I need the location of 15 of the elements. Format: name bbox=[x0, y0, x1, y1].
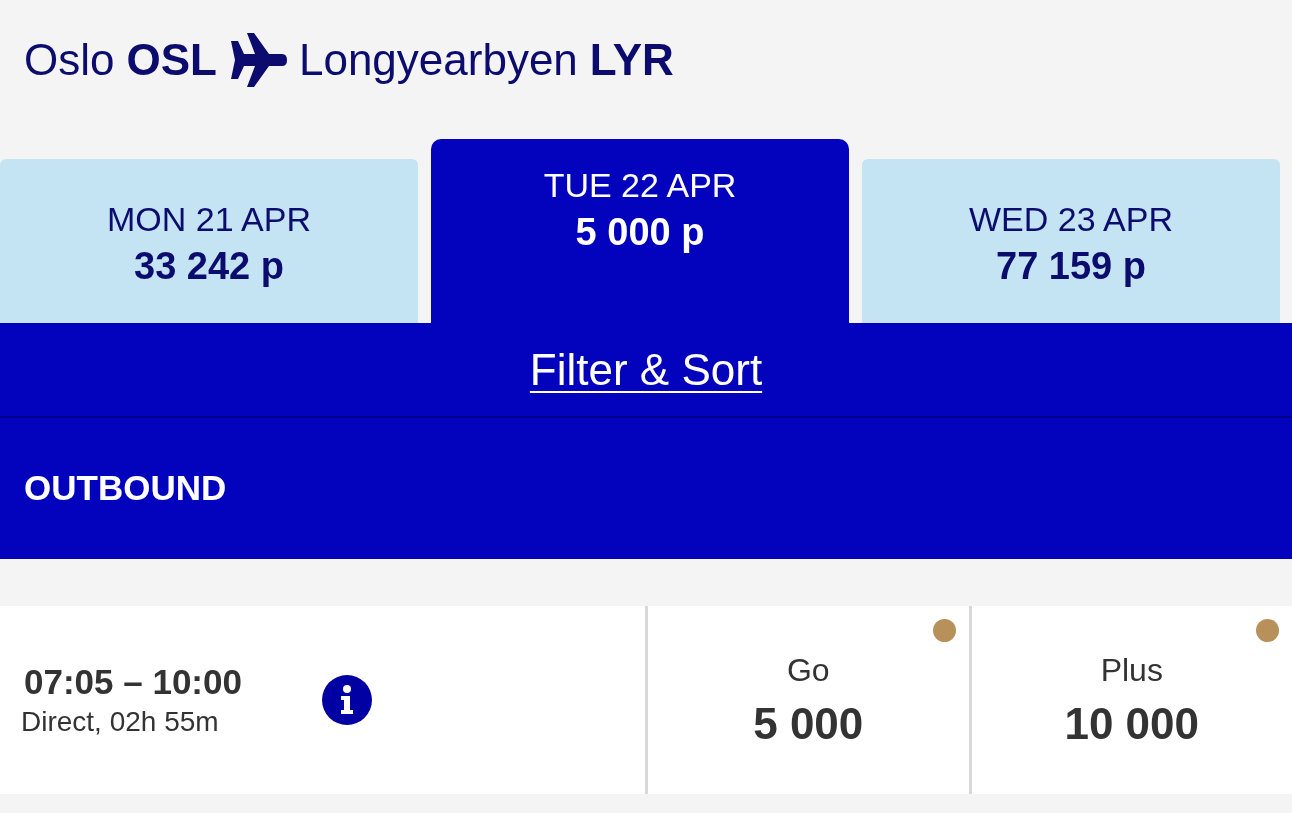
flight-details: Direct, 02h 55m bbox=[21, 705, 220, 739]
date-tab[interactable]: TUE 22 APR 5 000 p bbox=[431, 139, 849, 323]
flight-time: 07:05 – 10:00 bbox=[24, 661, 243, 703]
airplane-icon bbox=[228, 33, 287, 87]
date-tab[interactable]: WED 23 APR 77 159 p bbox=[862, 159, 1280, 323]
fare-option[interactable]: Plus 10 000 bbox=[968, 606, 1292, 794]
filter-sort-link[interactable]: Filter & Sort bbox=[529, 336, 763, 403]
date-tab[interactable]: MON 21 APR 33 242 p bbox=[0, 159, 418, 323]
section-title: OUTBOUND bbox=[24, 467, 227, 510]
info-icon[interactable] bbox=[322, 675, 372, 725]
destination-city: Longyearbyen bbox=[298, 38, 578, 82]
destination-code: LYR bbox=[589, 38, 674, 82]
origin-code: OSL bbox=[126, 38, 217, 82]
fare-option[interactable]: Go 5 000 bbox=[645, 606, 969, 794]
origin-city: Oslo bbox=[24, 38, 115, 82]
